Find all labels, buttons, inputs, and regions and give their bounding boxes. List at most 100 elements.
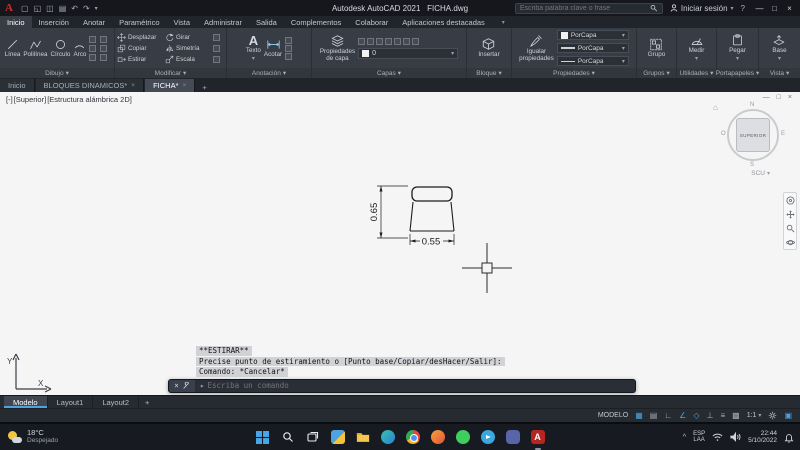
escala-button[interactable]: Escala — [165, 54, 211, 65]
trim-tool-icon[interactable] — [213, 33, 220, 41]
close-button[interactable]: × — [782, 4, 797, 13]
mtext-tool-icon[interactable] — [285, 52, 293, 60]
viewcube-home-icon[interactable]: ⌂ — [713, 103, 718, 112]
layer-prev-icon[interactable] — [403, 37, 411, 45]
tray-chevron-up-icon[interactable]: ^ — [683, 434, 686, 441]
viewcube-coord-dropdown[interactable]: SCU ▾ — [751, 170, 770, 177]
new-layout-button[interactable]: + — [139, 396, 155, 408]
viewcube-north-label[interactable]: N — [750, 102, 754, 108]
texto-button[interactable]: A Texto ▾ — [246, 34, 261, 63]
panel-grupos-footer[interactable]: Grupos ▾ — [637, 68, 676, 78]
base-button[interactable]: Base ▾ — [772, 34, 787, 63]
plot-icon[interactable]: ▤ — [59, 4, 67, 13]
orbit-icon[interactable] — [785, 238, 795, 247]
undo-icon[interactable]: ↶ — [71, 4, 78, 13]
annotation-scale-dropdown[interactable]: 1:1 ▾ — [747, 412, 762, 419]
customize-wrench-icon[interactable] — [182, 381, 190, 390]
close-tab-icon[interactable]: × — [183, 82, 187, 89]
acotar-button[interactable]: Acotar — [264, 38, 282, 59]
wifi-icon[interactable] — [712, 432, 723, 442]
command-close-icon[interactable]: × — [174, 381, 179, 390]
navigation-bar[interactable] — [783, 192, 797, 250]
taskbar-search-button[interactable] — [279, 429, 296, 446]
viewcube[interactable]: ⌂ SUPERIOR N S O E — [713, 102, 785, 168]
help-search-input[interactable] — [519, 4, 648, 12]
ribbon-collapse-caret-icon[interactable]: ▾ — [498, 16, 509, 28]
file-tab-bloques-dinamicos[interactable]: BLOQUES DINAMICOS* × — [35, 79, 145, 92]
language-indicator[interactable]: ESP LAA — [693, 431, 705, 444]
medir-button[interactable]: Medir ▾ — [689, 34, 704, 63]
qat-caret-down-icon[interactable]: ▾ — [95, 5, 98, 12]
tab-insercion[interactable]: Inserción — [32, 16, 76, 28]
ortho-toggle-icon[interactable]: ∟ — [664, 411, 672, 420]
viewcube-south-label[interactable]: S — [750, 162, 754, 168]
tab-administrar[interactable]: Administrar — [197, 16, 249, 28]
discord-button[interactable] — [504, 429, 521, 446]
tab-inicio[interactable]: Inicio — [0, 16, 32, 28]
panel-portapapeles-footer[interactable]: Portapapeles ▾ — [716, 68, 759, 78]
edge-button[interactable] — [379, 429, 396, 446]
panel-modificar-footer[interactable]: Modificar ▾ — [115, 68, 226, 78]
fillet-tool-icon[interactable] — [213, 44, 220, 52]
ellipse-tool-icon[interactable] — [100, 35, 108, 43]
pegar-button[interactable]: Pegar ▾ — [729, 33, 746, 63]
whatsapp-button[interactable] — [454, 429, 471, 446]
file-explorer-button[interactable] — [354, 429, 371, 446]
layer-match-icon[interactable] — [394, 37, 402, 45]
igualar-propiedades-button[interactable]: Igualar propiedades — [519, 34, 554, 63]
start-button[interactable] — [254, 429, 271, 446]
firefox-button[interactable] — [429, 429, 446, 446]
telegram-button[interactable] — [479, 429, 496, 446]
help-search-box[interactable] — [514, 2, 663, 14]
viewcube-top-face[interactable]: SUPERIOR — [736, 118, 770, 152]
propiedades-capa-button[interactable]: Propiedades de capa — [320, 34, 355, 63]
doc-restore-icon[interactable]: □ — [777, 94, 781, 101]
autocad-logo-icon[interactable]: A — [0, 0, 18, 16]
grid-toggle-icon[interactable]: ▦ — [635, 411, 643, 420]
osnap-toggle-icon[interactable]: ◇ — [693, 411, 699, 420]
layer-isolate-icon[interactable] — [367, 37, 375, 45]
viewport-minimize-control[interactable]: [-] — [6, 95, 13, 104]
panel-utilidades-footer[interactable]: Utilidades ▾ — [677, 68, 716, 78]
viewcube-west-label[interactable]: O — [721, 131, 726, 137]
polilinea-button[interactable]: Polilínea — [23, 38, 47, 59]
array-tool-icon[interactable] — [213, 55, 220, 63]
leader-tool-icon[interactable] — [285, 36, 293, 44]
command-bar[interactable]: × ▸ — [168, 378, 636, 393]
spline-tool-icon[interactable] — [100, 44, 108, 52]
volume-icon[interactable] — [730, 432, 741, 442]
panel-bloque-footer[interactable]: Bloque ▾ — [467, 68, 511, 78]
lineweight-toggle-icon[interactable]: ≡ — [720, 411, 725, 420]
otrack-toggle-icon[interactable]: ⊥ — [706, 411, 713, 420]
transparency-toggle-icon[interactable]: ▩ — [732, 411, 740, 420]
clean-screen-icon[interactable]: ▣ — [784, 411, 792, 420]
chrome-button[interactable] — [404, 429, 421, 446]
file-tab-inicio[interactable]: Inicio — [0, 79, 35, 92]
table-tool-icon[interactable] — [285, 44, 293, 52]
hatch-tool-icon[interactable] — [89, 44, 97, 52]
task-view-button[interactable] — [304, 429, 321, 446]
point-tool-icon[interactable] — [89, 53, 97, 61]
widgets-button[interactable] — [329, 429, 346, 446]
estirar-button[interactable]: Estirar — [117, 54, 163, 65]
close-tab-icon[interactable]: × — [131, 82, 135, 89]
autocad-taskbar-button[interactable]: A — [529, 429, 546, 450]
region-tool-icon[interactable] — [100, 53, 108, 61]
copiar-button[interactable]: Copiar — [117, 43, 163, 54]
save-file-icon[interactable]: ◫ — [46, 4, 54, 13]
layout-tab-layout1[interactable]: Layout1 — [48, 396, 94, 408]
viewport-visual-style-control[interactable]: [Estructura alámbrica 2D] — [47, 95, 132, 104]
grupo-button[interactable]: Grupo — [648, 38, 665, 59]
new-file-icon[interactable]: ▢ — [21, 4, 29, 13]
drawing-area[interactable]: [-] [Superior] [Estructura alámbrica 2D]… — [0, 92, 800, 395]
minimize-button[interactable]: — — [752, 4, 767, 13]
tab-vista[interactable]: Vista — [167, 16, 198, 28]
layer-lock-icon[interactable] — [385, 37, 393, 45]
linetype-dropdown[interactable]: PorCapa ▾ — [556, 56, 629, 66]
panel-vista-footer[interactable]: Vista ▾ — [759, 68, 800, 78]
linea-button[interactable]: Línea — [5, 38, 20, 59]
lineweight-dropdown[interactable]: PorCapa ▾ — [556, 43, 629, 53]
new-tab-button[interactable]: + — [196, 83, 212, 92]
tab-salida[interactable]: Salida — [249, 16, 284, 28]
tab-complementos[interactable]: Complementos — [284, 16, 348, 28]
